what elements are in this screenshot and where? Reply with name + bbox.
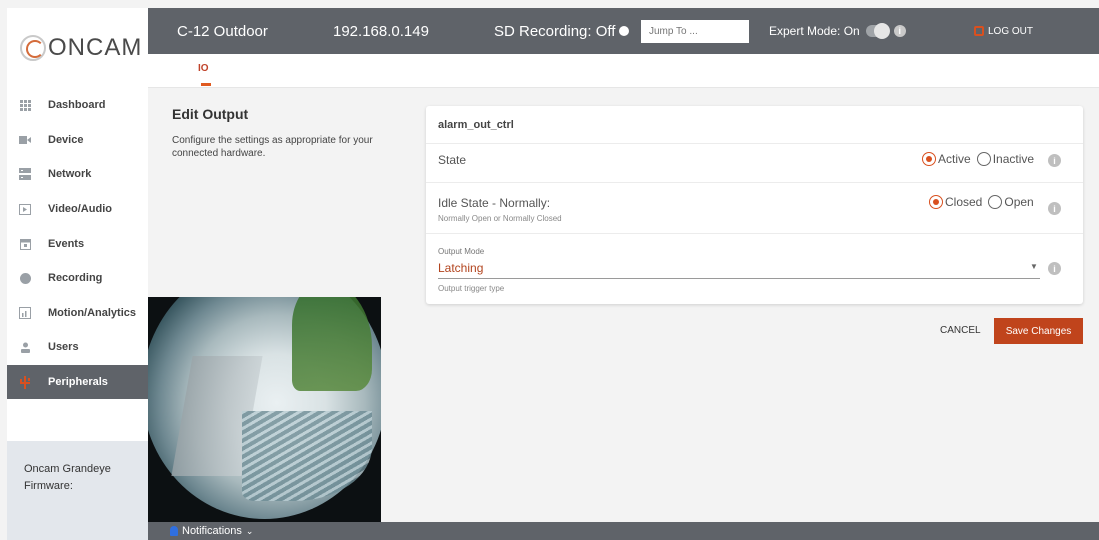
user-icon [19,341,31,353]
idle-state-radio-group: Closed Open [929,195,1040,209]
tab-strip: IO [148,54,1099,88]
tab-active-indicator [201,83,211,86]
logout-button[interactable]: LOG OUT [974,8,1033,54]
idle-closed-label: Closed [945,195,983,209]
sidebar-item-users[interactable]: Users [7,330,148,365]
grid-icon [19,99,31,111]
device-name: C-12 Outdoor [177,22,268,40]
cancel-button[interactable]: CANCEL [940,325,981,336]
chevron-down-icon[interactable]: ▼ [1030,262,1038,271]
logo-text: ONCAM [48,34,143,61]
firmware-product: Oncam Grandeye [24,463,111,475]
expert-mode-toggle[interactable] [865,23,890,39]
idle-closed-radio[interactable] [929,195,943,209]
device-ip: 192.168.0.149 [333,22,429,40]
sd-recording-status: SD Recording: Off [494,8,630,54]
notifications-label: Notifications [182,525,242,537]
sidebar-item-motion-analytics[interactable]: Motion/Analytics [7,296,148,331]
idle-open-radio[interactable] [988,195,1003,209]
state-label: State [438,153,467,167]
idle-state-info-icon[interactable]: i [1048,202,1061,215]
sidebar-item-label: Motion/Analytics [48,306,137,319]
sd-status-dot-icon [619,26,630,36]
state-radio-group: Active Inactive [922,152,1040,166]
top-bar: C-12 Outdoor 192.168.0.149 SD Recording:… [148,8,1099,54]
sidebar-item-label: Users [48,341,79,354]
sidebar-item-label: Recording [48,272,103,285]
bell-icon [170,526,178,536]
page-title: Edit Output [172,106,249,122]
state-inactive-radio[interactable] [976,152,991,166]
firmware-info: Oncam Grandeye Firmware: [7,441,148,540]
oncam-logo-icon [20,35,46,61]
sidebar-item-label: Network [48,168,92,181]
notifications-bar[interactable]: Notifications ⌄ [148,522,1099,540]
play-icon [19,203,31,215]
camera-preview[interactable] [148,297,381,522]
calendar-icon [19,238,31,250]
tab-io[interactable]: IO [198,63,209,74]
usb-icon [19,375,31,389]
sidebar-nav: Dashboard Device Network Video/Audio Eve… [7,88,148,400]
info-icon[interactable]: i [893,25,906,37]
jump-to-input[interactable] [641,20,749,43]
state-active-label: Active [938,152,971,166]
camera-icon [19,134,31,146]
expert-mode: Expert Mode: On i [769,8,906,54]
sidebar-item-video-audio[interactable]: Video/Audio [7,192,148,227]
expert-mode-label: Expert Mode: On [769,24,860,38]
chevron-down-icon: ⌄ [245,525,254,536]
record-icon [19,272,31,284]
output-name: alarm_out_ctrl [438,119,514,131]
output-mode-underline [438,278,1040,279]
sidebar-item-label: Events [48,237,85,250]
output-mode-info-icon[interactable]: i [1048,262,1061,275]
chart-icon [19,306,31,319]
idle-state-label: Idle State - Normally: [438,196,551,210]
output-settings-card: alarm_out_ctrl State Active Inactive i I… [426,106,1083,304]
state-inactive-label: Inactive [992,152,1035,166]
sidebar-item-peripherals[interactable]: Peripherals [7,364,148,400]
sd-recording-label: SD Recording: Off [494,22,616,40]
output-mode-label: Output Mode [438,247,485,256]
fisheye-image [148,297,381,519]
state-active-radio[interactable] [922,152,936,166]
sidebar-item-device[interactable]: Device [7,123,148,158]
network-icon [19,168,31,181]
sidebar-item-events[interactable]: Events [7,226,148,261]
logout-label: LOG OUT [988,25,1034,37]
sidebar-item-dashboard[interactable]: Dashboard [7,88,148,123]
sidebar-item-label: Dashboard [48,99,106,112]
sidebar: ONCAM Dashboard Device Network Video/Aud… [7,8,148,540]
sidebar-item-label: Video/Audio [48,203,112,216]
oncam-logo[interactable]: ONCAM [7,8,148,88]
page-description: Configure the settings as appropriate fo… [172,135,373,159]
output-mode-hint: Output trigger type [438,284,505,293]
divider [426,143,1083,144]
output-mode-select[interactable]: Latching [438,261,483,275]
sidebar-item-label: Device [48,133,84,146]
divider [426,233,1083,234]
sidebar-item-recording[interactable]: Recording [7,261,148,296]
idle-open-label: Open [1004,195,1034,209]
logout-icon [974,26,984,36]
sidebar-item-network[interactable]: Network [7,157,148,192]
state-info-icon[interactable]: i [1048,154,1061,167]
divider [426,182,1083,183]
idle-state-subtext: Normally Open or Normally Closed [438,214,562,223]
sidebar-item-label: Peripherals [48,376,108,389]
save-changes-button[interactable]: Save Changes [994,318,1083,344]
firmware-label: Firmware: [24,480,73,492]
